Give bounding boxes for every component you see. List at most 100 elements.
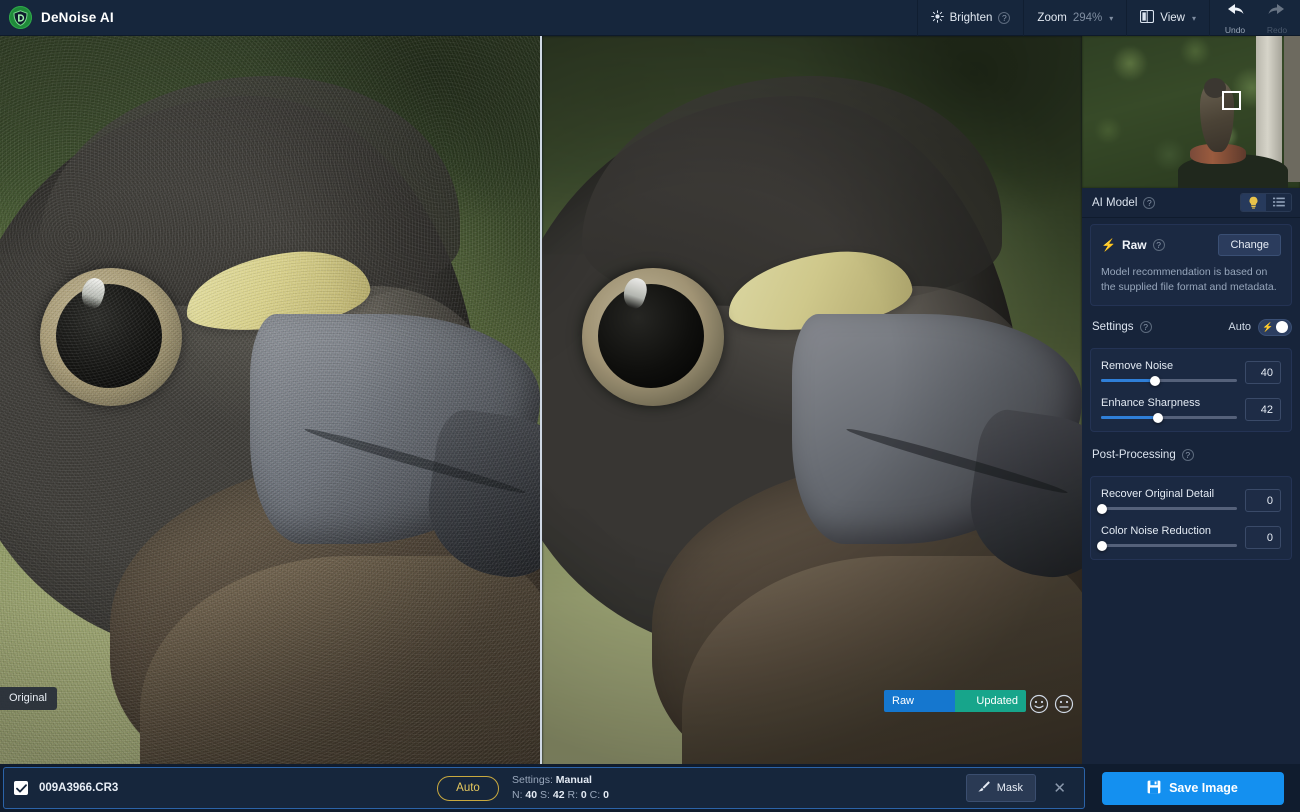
color-noise-label: Color Noise Reduction [1101, 525, 1212, 537]
redo-label: Redo [1266, 25, 1288, 35]
brighten-label: Brighten [949, 12, 993, 24]
undo-redo-group: Undo Redo [1209, 0, 1300, 36]
mask-button[interactable]: Mask [965, 774, 1036, 802]
zoom-label: Zoom [1037, 12, 1067, 24]
auto-toggle-row: Auto ⚡ [1228, 318, 1292, 336]
save-area: Save Image [1085, 764, 1300, 812]
s-key: S: [540, 789, 550, 801]
view-label: View [1160, 12, 1185, 24]
n-value: 40 [525, 789, 538, 801]
undo-arrow-icon [1225, 3, 1245, 24]
app-title: DeNoise AI [41, 10, 114, 25]
image-navigator[interactable] [1082, 36, 1300, 188]
original-label-chip: Original [0, 687, 57, 710]
auto-label: Auto [1228, 321, 1251, 333]
c-value: 0 [603, 789, 609, 801]
auto-button[interactable]: Auto [437, 775, 499, 801]
smiley-face-icon[interactable] [1029, 694, 1049, 714]
track-fill [1101, 416, 1159, 419]
recover-detail-value[interactable]: 0 [1245, 489, 1281, 512]
vignette-overlay [542, 36, 1082, 764]
denoise-shield-logo [9, 6, 32, 29]
post-processing-help-icon[interactable]: ? [1181, 449, 1194, 461]
file-name: 009A3966.CR3 [39, 782, 119, 794]
undo-button[interactable]: Undo [1220, 0, 1250, 35]
brighten-help-icon[interactable]: ? [998, 12, 1011, 24]
model-help-icon[interactable]: ? [1152, 239, 1165, 251]
color-noise-value[interactable]: 0 [1245, 526, 1281, 549]
model-name: Raw [1121, 238, 1147, 252]
denoise-ai-window: DeNoise AI Brighten ? Zoom 294% ▾ View ▾… [0, 0, 1300, 812]
slider-recover-original-detail: Recover Original Detail 0 [1097, 488, 1281, 514]
remove-noise-track[interactable] [1101, 375, 1237, 386]
ai-model-view-toggle [1240, 193, 1292, 212]
slider-enhance-sharpness: Enhance Sharpness 42 [1101, 397, 1281, 423]
recover-detail-thumb[interactable] [1097, 503, 1108, 514]
settings-help-icon[interactable]: ? [1139, 321, 1152, 333]
recover-detail-track[interactable] [1097, 503, 1237, 514]
toggle-knob [1276, 321, 1288, 333]
zoom-value[interactable]: 294% [1073, 12, 1102, 24]
view-button[interactable]: View ▾ [1126, 0, 1209, 36]
zoom-control[interactable]: Zoom 294% ▾ [1023, 0, 1126, 36]
split-view-icon [1140, 9, 1155, 26]
color-noise-thumb[interactable] [1097, 540, 1108, 551]
n-key: N: [512, 789, 523, 801]
track-fill [1101, 379, 1156, 382]
color-noise-track[interactable] [1097, 540, 1237, 551]
hawk-photo-processed [542, 36, 1082, 764]
original-image-pane[interactable] [0, 36, 540, 764]
bottom-bar: 009A3966.CR3 Auto Settings: Manual N: 40… [0, 764, 1300, 812]
ai-model-card: ⚡ Raw ? Change Model recommendation is b… [1090, 224, 1292, 306]
frowny-face-icon[interactable] [1054, 694, 1074, 714]
chevron-down-icon[interactable]: ▾ [1109, 14, 1113, 23]
app-brand: DeNoise AI [0, 6, 114, 29]
enhance-sharpness-value[interactable]: 42 [1245, 398, 1281, 421]
processed-image-pane[interactable] [542, 36, 1082, 764]
ai-model-section: AI Model ? ⚡ Raw ? Change Model recommen… [1082, 188, 1300, 306]
remove-noise-label: Remove Noise [1101, 360, 1174, 372]
navigator-viewport-rect[interactable] [1222, 91, 1241, 110]
compare-labels-bar[interactable]: Raw Updated [884, 690, 1026, 712]
model-row: ⚡ Raw ? Change [1101, 234, 1281, 256]
redo-button[interactable]: Redo [1262, 0, 1292, 35]
navigator-post-shadow [1284, 36, 1300, 182]
model-description: Model recommendation is based on the sup… [1101, 266, 1277, 293]
post-processing-section: Post-Processing ? Recover Original Detai… [1082, 432, 1300, 560]
comparison-divider[interactable] [540, 36, 542, 764]
top-toolbar: DeNoise AI Brighten ? Zoom 294% ▾ View ▾… [0, 0, 1300, 36]
lightbulb-icon[interactable] [1241, 194, 1266, 211]
image-viewer[interactable]: Original Raw Updated [0, 36, 1082, 764]
ai-model-help-icon[interactable]: ? [1143, 196, 1156, 209]
floppy-save-icon [1147, 780, 1161, 797]
save-image-button[interactable]: Save Image [1101, 771, 1284, 805]
enhance-sharpness-thumb[interactable] [1153, 412, 1164, 423]
settings-header: Settings ? Auto ⚡ [1082, 312, 1300, 342]
enhance-sharpness-label: Enhance Sharpness [1101, 397, 1201, 409]
slider-body: Color Noise Reduction [1097, 525, 1237, 551]
auto-toggle[interactable]: ⚡ [1258, 318, 1292, 336]
mask-label: Mask [996, 782, 1023, 794]
settings-sliders-card: Remove Noise 40 Enhance Sharpness 42 [1090, 348, 1292, 432]
file-strip: 009A3966.CR3 Auto Settings: Manual N: 40… [3, 767, 1085, 809]
lightning-bolt-icon: ⚡ [1101, 238, 1116, 252]
enhance-sharpness-track[interactable] [1101, 412, 1237, 423]
view-chevron-down-icon[interactable]: ▾ [1192, 14, 1196, 23]
file-checkbox[interactable] [14, 781, 28, 795]
close-x-icon[interactable]: ✕ [1053, 781, 1066, 796]
change-model-button[interactable]: Change [1218, 234, 1281, 256]
brighten-button[interactable]: Brighten ? [916, 0, 1024, 36]
remove-noise-thumb[interactable] [1150, 375, 1161, 386]
ai-model-header: AI Model ? [1082, 188, 1300, 218]
list-icon[interactable] [1266, 194, 1291, 211]
settings-summary-value: Manual [555, 774, 592, 786]
toggle-bolt-icon: ⚡ [1262, 321, 1274, 332]
slider-color-noise-reduction: Color Noise Reduction 0 [1097, 525, 1281, 551]
brush-icon [977, 780, 990, 796]
slider-body: Recover Original Detail [1097, 488, 1237, 514]
main-area: Original Raw Updated AI Model ? ⚡ Raw ? … [0, 36, 1300, 764]
settings-summary-prefix: Settings: [512, 774, 556, 786]
save-image-label: Save Image [1169, 781, 1238, 795]
remove-noise-value[interactable]: 40 [1245, 361, 1281, 384]
s-value: 42 [552, 789, 565, 801]
